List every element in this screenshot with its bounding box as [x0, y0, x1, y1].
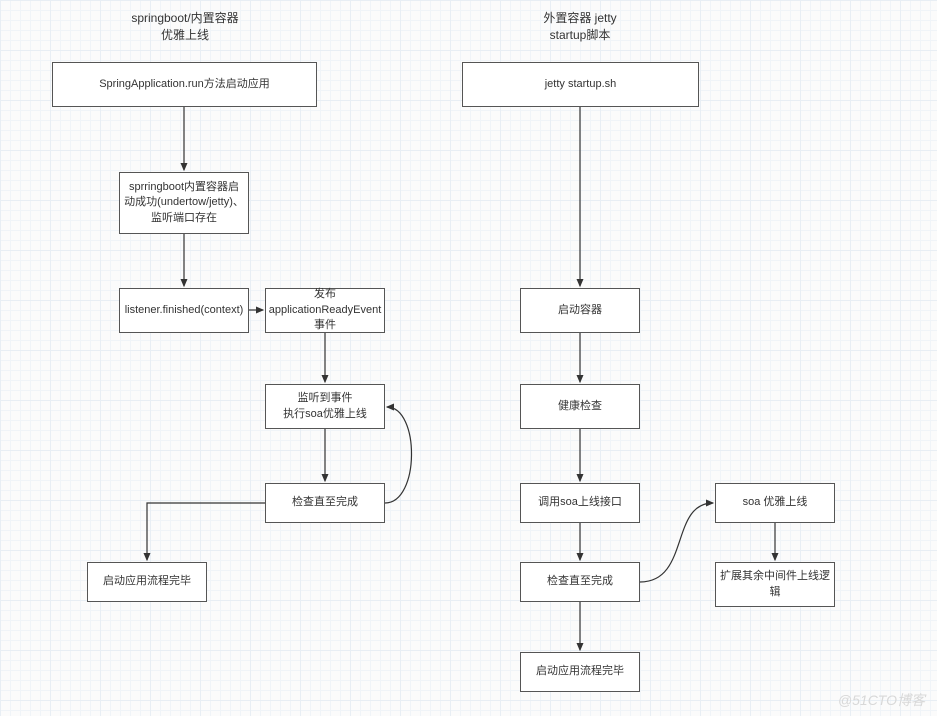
right-box-start-container: 启动容器 [520, 288, 640, 333]
right-box-call-soa: 调用soa上线接口 [520, 483, 640, 523]
left-box-listener-finished: listener.finished(context) [119, 288, 249, 333]
left-box-publish-event: 发布applicationReadyEvent事件 [265, 288, 385, 333]
left-box-springapplication-run: SpringApplication.run方法启动应用 [52, 62, 317, 107]
watermark: @51CTO博客 [838, 690, 925, 710]
right-box-startup-done: 启动应用流程完毕 [520, 652, 640, 692]
arrows-overlay [0, 0, 937, 716]
left-box-listen-event-soa: 监听到事件执行soa优雅上线 [265, 384, 385, 429]
right-box-health-check: 健康检查 [520, 384, 640, 429]
right-box-soa-online: soa 优雅上线 [715, 483, 835, 523]
left-title: springboot/内置容器优雅上线 [120, 10, 250, 44]
right-box-jetty-startup: jetty startup.sh [462, 62, 699, 107]
right-box-check-complete: 检查直至完成 [520, 562, 640, 602]
left-box-check-complete: 检查直至完成 [265, 483, 385, 523]
right-title: 外置容器 jettystartup脚本 [515, 10, 645, 44]
left-box-startup-done: 启动应用流程完毕 [87, 562, 207, 602]
left-box-container-start: sprringboot内置容器启动成功(undertow/jetty)、监听端口… [119, 172, 249, 234]
right-box-extend-middleware: 扩展其余中间件上线逻辑 [715, 562, 835, 607]
